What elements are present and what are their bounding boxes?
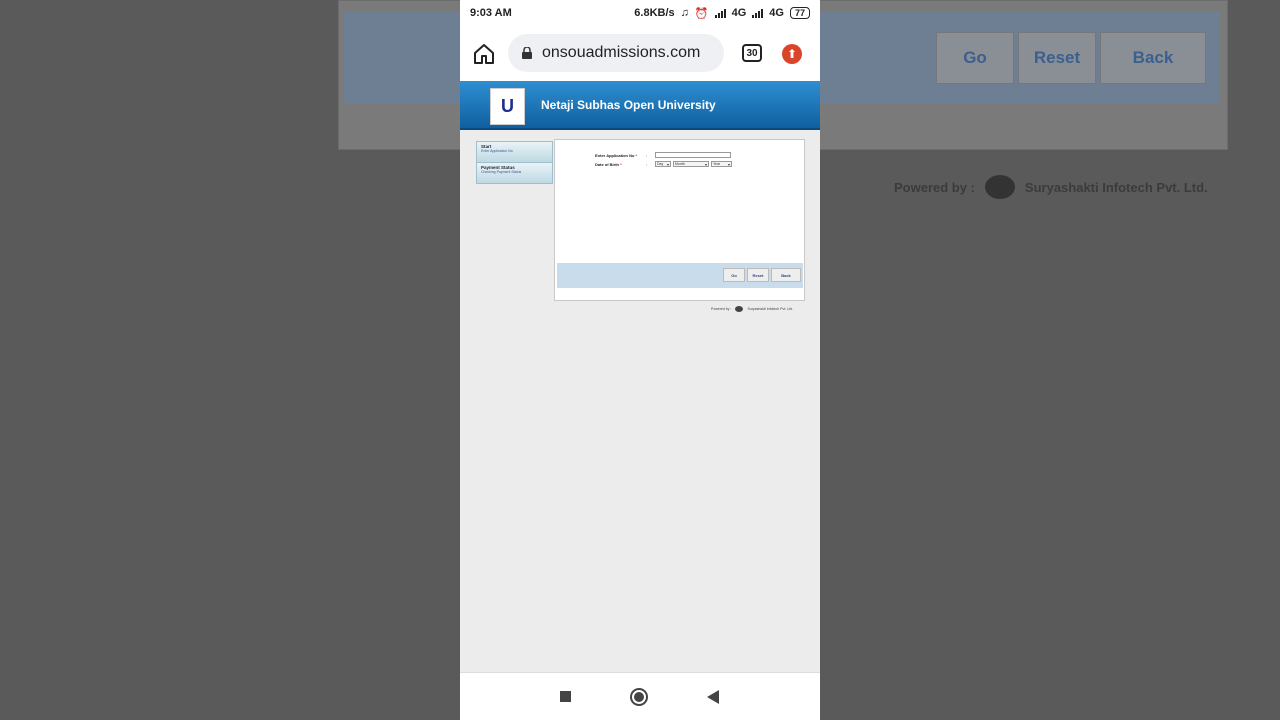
background-powered-by: Powered by : Suryashakti Infotech Pvt. L… [894, 175, 1208, 199]
sidebar: Start Enter Application No Payment Statu… [476, 141, 553, 184]
powered-by-footer: Powered by : Suryashakti Infotech Pvt. L… [711, 306, 793, 312]
site-title: Netaji Subhas Open University [541, 98, 716, 112]
lock-icon [522, 47, 532, 59]
home-circle-icon[interactable] [630, 688, 648, 706]
network-speed: 6.8KB/s [634, 7, 675, 19]
home-icon[interactable] [472, 42, 496, 66]
colon: : [646, 153, 648, 158]
phone-screen: 9:03 AM 6.8KB/s ♫ ⏰ 4G 4G 77 onsouadmiss… [460, 0, 820, 720]
dob-label: Date of Birth * [595, 162, 622, 167]
headphones-icon: ♫ [680, 7, 689, 19]
required-mark: * [620, 162, 622, 167]
update-arrow-icon[interactable]: ⬆ [782, 44, 802, 64]
company-name: Suryashakti Infotech Pvt. Ltd. [747, 307, 793, 311]
back-triangle-icon[interactable] [707, 690, 719, 704]
required-mark: * [635, 153, 638, 158]
url-text: onsouadmissions.com [542, 44, 701, 61]
application-no-label: Enter Application No * [595, 153, 637, 158]
go-button[interactable]: Go [723, 268, 745, 282]
sidebar-item-subtitle: Enter Application No [481, 149, 513, 153]
powered-by-label: Powered by : [711, 307, 732, 311]
application-no-label-text: Enter Application No [595, 153, 635, 158]
sidebar-item-start[interactable]: Start Enter Application No [477, 142, 552, 163]
reset-button[interactable]: Reset [747, 268, 769, 282]
form-panel: Enter Application No * : Date of Birth *… [554, 139, 805, 301]
month-select[interactable]: Month [673, 161, 709, 167]
network-type-1: 4G [731, 7, 747, 19]
company-logo-icon [735, 306, 744, 312]
back-button[interactable]: Back [771, 268, 801, 282]
signal-icon-2 [752, 8, 764, 18]
network-type-2: 4G [769, 7, 784, 19]
background-powered-label: Powered by : [894, 179, 975, 195]
colon: : [646, 162, 648, 167]
year-select[interactable]: Year [711, 161, 732, 167]
dob-label-text: Date of Birth [595, 162, 619, 167]
android-nav-bar [460, 672, 820, 720]
day-select[interactable]: Day [655, 161, 671, 167]
sidebar-item-payment-status[interactable]: Payment Status Checking Payment Status [477, 163, 552, 184]
background-company-name: Suryashakti Infotech Pvt. Ltd. [1024, 179, 1208, 195]
browser-toolbar: onsouadmissions.com 30 ⬆ [460, 26, 820, 81]
battery-icon: 77 [789, 7, 810, 19]
background-back-button: Back [1100, 32, 1206, 84]
form-button-bar: Go Reset Back [557, 263, 803, 288]
status-time: 9:03 AM [470, 7, 512, 19]
status-bar: 9:03 AM 6.8KB/s ♫ ⏰ 4G 4G 77 [460, 0, 820, 26]
university-logo: U [490, 88, 525, 125]
company-logo-icon [984, 175, 1015, 199]
background-reset-button: Reset [1018, 32, 1096, 84]
sidebar-item-subtitle: Checking Payment Status [481, 170, 522, 174]
background-go-button: Go [936, 32, 1014, 84]
alarm-off-icon: ⏰ [694, 7, 709, 20]
address-bar[interactable]: onsouadmissions.com [508, 34, 724, 72]
signal-icon [714, 8, 726, 18]
tab-switcher-button[interactable]: 30 [742, 44, 762, 62]
recents-icon[interactable] [560, 691, 571, 702]
application-no-input[interactable] [655, 152, 731, 158]
site-header: U Netaji Subhas Open University [460, 81, 820, 130]
